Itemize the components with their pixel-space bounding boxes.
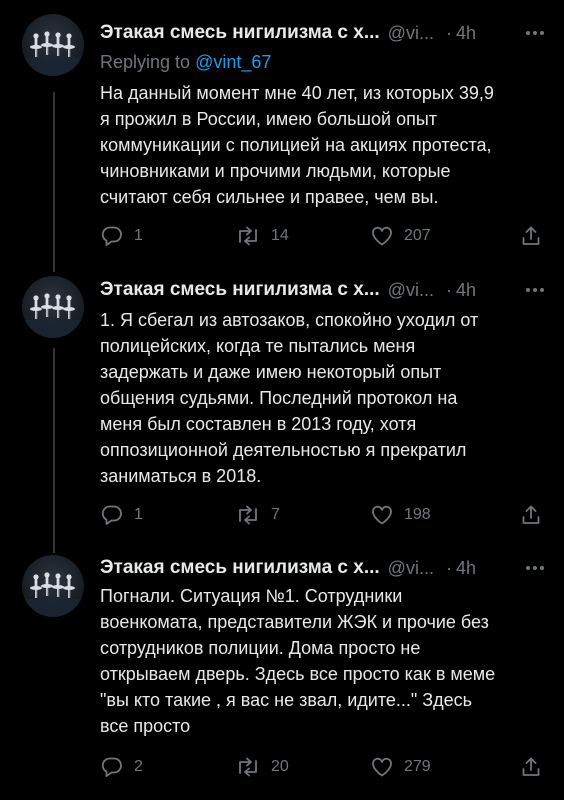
retweet-icon [239, 505, 257, 525]
reply-button[interactable]: 1 [100, 501, 143, 529]
heart-icon [372, 226, 392, 246]
tweet-text-line: оппозиционной деятельностью я прекратил [100, 440, 467, 460]
reply-button[interactable]: 2 [100, 753, 143, 781]
tweet-text-line: открываем дверь. Здесь все просто как в … [100, 664, 496, 684]
tweet-timestamp[interactable]: 4h [456, 558, 476, 579]
retweet-button[interactable]: 14 [235, 222, 289, 250]
tweet-2[interactable]: Этакая смесь нигилизма с х... @vi... · 4… [0, 265, 564, 545]
author-name[interactable]: Этакая смесь нигилизма с х... [100, 557, 380, 579]
share-button[interactable] [519, 501, 543, 529]
share-button[interactable] [519, 222, 543, 250]
retweet-button[interactable]: 20 [235, 753, 289, 781]
tweet-header: Этакая смесь нигилизма с х... @vi... · 4… [100, 20, 564, 46]
reply-button[interactable]: 1 [100, 222, 143, 250]
reply-bubble-icon [101, 226, 122, 246]
reply-bubble-icon [101, 757, 122, 777]
author-avatar[interactable] [22, 14, 84, 76]
retweet-icon [239, 226, 257, 246]
tweet-header: Этакая смесь нигилизма с х... @vi... · 4… [100, 277, 564, 303]
tweet-text-line: Погнали. Ситуация №1. Сотрудники [100, 586, 403, 606]
tweet-actions: 2 20 279 [100, 753, 545, 781]
share-upload-icon [522, 757, 540, 776]
reply-count: 1 [134, 227, 143, 244]
like-count: 279 [404, 758, 431, 775]
retweet-button[interactable]: 7 [235, 501, 280, 529]
tweet-text-line: общения судьями. Последний протокол на [100, 388, 458, 408]
tweet-text: Погнали. Ситуация №1. Сотрудники военком… [100, 583, 545, 739]
tweet-text-line: "вы кто такие , я вас не звал, идите..."… [100, 690, 473, 710]
tweet-header: Этакая смесь нигилизма с х... @vi... · 4… [100, 555, 564, 581]
author-name[interactable]: Этакая смесь нигилизма с х... [100, 279, 380, 301]
tweet-text-line: чиновниками и прочими людьми, которые [100, 161, 451, 181]
tweet-text: 1. Я сбегал из автозаков, спокойно уходи… [100, 307, 545, 489]
tweet-thread: Этакая смесь нигилизма с х... @vi... · 4… [0, 0, 564, 800]
tweet-text-line: меня был составлен в 2013 году, хотя [100, 414, 417, 434]
retweet-count: 7 [271, 506, 280, 523]
tweet-text: На данный момент мне 40 лет, из которых … [100, 80, 545, 210]
tweet-text-line: На данный момент мне 40 лет, из которых … [100, 83, 494, 103]
ballet-dancers-image [22, 572, 84, 617]
tweet-text-line: считают себя сильнее и правее, чем вы. [100, 187, 439, 207]
replying-to: Replying to @vint_67 [100, 52, 271, 73]
share-upload-icon [522, 505, 540, 524]
tweet-actions: 1 7 198 [100, 501, 545, 529]
tweet-text-line: сотрудников полиции. Дома просто не [100, 638, 421, 658]
separator-dot: · [445, 22, 452, 43]
tweet-text-line: коммуникации с полицией на акциях протес… [100, 135, 492, 155]
author-handle[interactable]: @vi... [388, 23, 434, 44]
tweet-actions: 1 14 207 [100, 222, 545, 250]
retweet-count: 20 [271, 758, 289, 775]
reply-count: 2 [134, 758, 143, 775]
tweet-text-line: заниматься в 2018. [100, 466, 262, 486]
tweet-text-line: я прожил в России, имею большой опыт [100, 109, 438, 129]
more-horizontal-icon[interactable] [524, 24, 546, 42]
author-handle[interactable]: @vi... [388, 280, 434, 301]
heart-icon [372, 505, 392, 525]
tweet-text-line: все просто [100, 716, 191, 736]
author-avatar[interactable] [22, 555, 84, 617]
tweet-timestamp[interactable]: 4h [456, 280, 476, 301]
like-count: 207 [404, 227, 431, 244]
ballet-dancers-image [22, 293, 84, 338]
like-button[interactable]: 279 [370, 753, 431, 781]
separator-dot: · [445, 557, 452, 578]
more-horizontal-icon[interactable] [524, 559, 546, 577]
reply-count: 1 [134, 506, 143, 523]
more-horizontal-icon[interactable] [524, 281, 546, 299]
author-avatar[interactable] [22, 276, 84, 338]
replying-mention-link[interactable]: @vint_67 [195, 52, 271, 72]
share-button[interactable] [519, 753, 543, 781]
share-upload-icon [522, 226, 540, 245]
like-count: 198 [404, 506, 431, 523]
reply-bubble-icon [101, 505, 122, 525]
author-name[interactable]: Этакая смесь нигилизма с х... [100, 22, 380, 44]
retweet-count: 14 [271, 227, 289, 244]
tweet-1[interactable]: Этакая смесь нигилизма с х... @vi... · 4… [0, 0, 564, 265]
author-handle[interactable]: @vi... [388, 558, 434, 579]
ballet-dancers-image [22, 31, 84, 76]
tweet-text-line: полицейских, когда те пытались меня [100, 336, 416, 356]
like-button[interactable]: 207 [370, 222, 431, 250]
like-button[interactable]: 198 [370, 501, 431, 529]
heart-icon [372, 757, 392, 777]
tweet-3[interactable]: Этакая смесь нигилизма с х... @vi... · 4… [0, 545, 564, 800]
separator-dot: · [445, 279, 452, 300]
tweet-text-line: задержать и даже имею некоторый опыт [100, 362, 442, 382]
replying-prefix: Replying to [100, 52, 191, 72]
retweet-icon [239, 757, 257, 777]
tweet-timestamp[interactable]: 4h [456, 23, 476, 44]
tweet-text-line: 1. Я сбегал из автозаков, спокойно уходи… [100, 310, 479, 330]
tweet-text-line: военкомата, представители ЖЭК и прочие б… [100, 612, 489, 632]
